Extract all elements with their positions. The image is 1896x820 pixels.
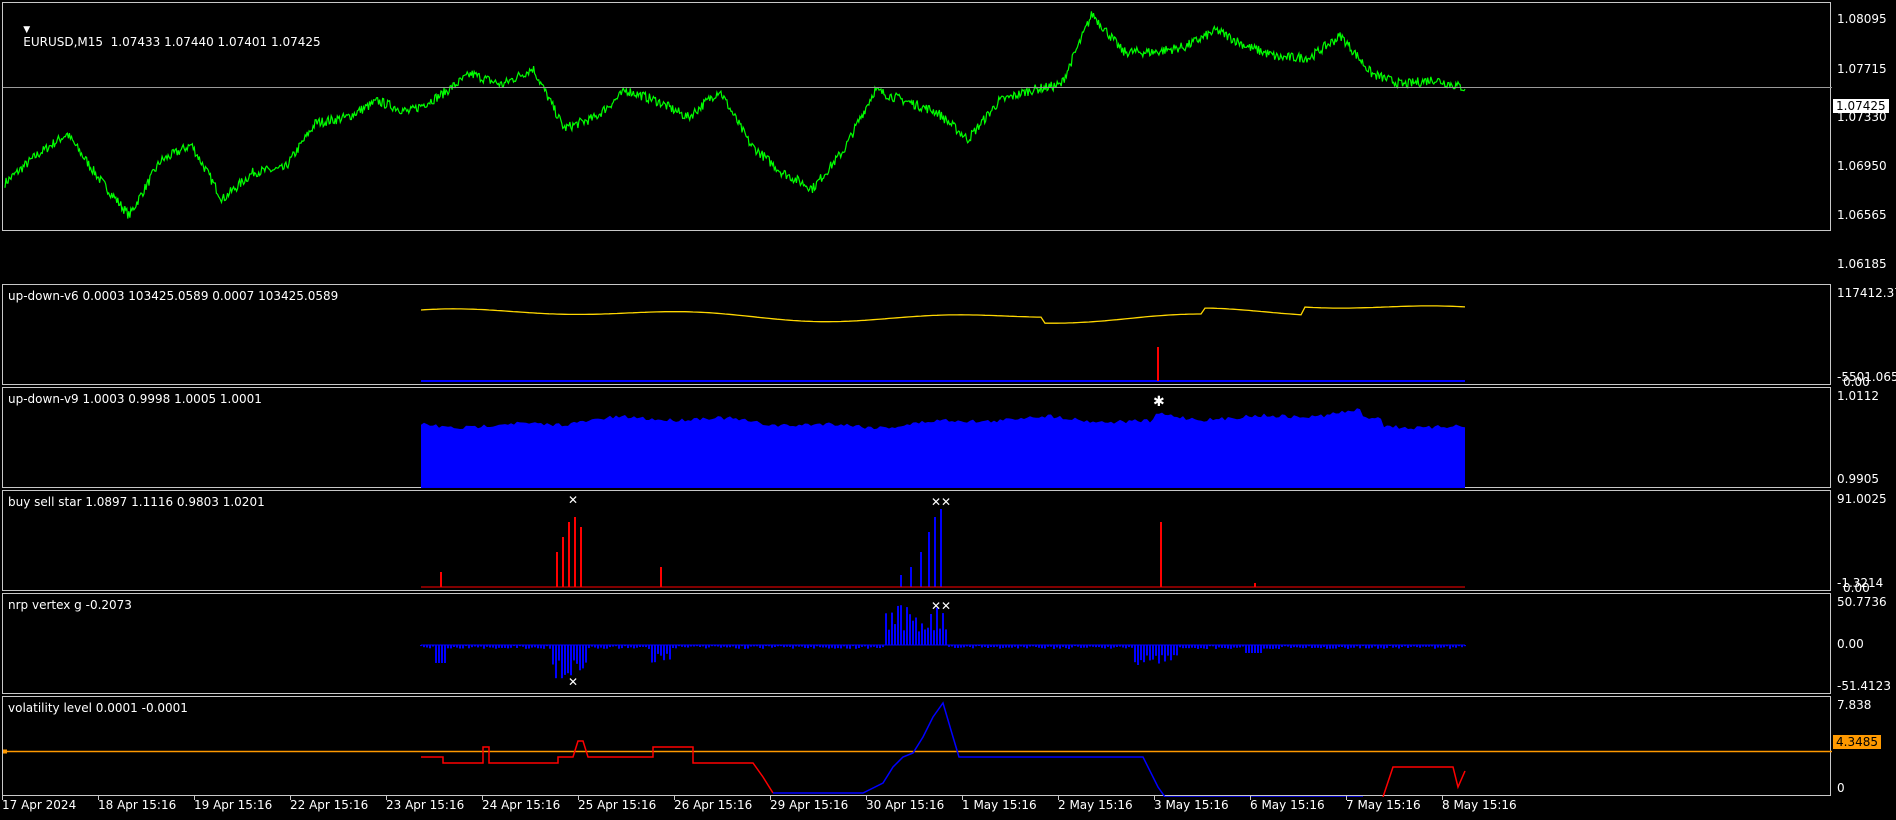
- current-price-tag: 1.07425: [1833, 99, 1889, 113]
- cross-marker: ✕✕: [931, 599, 951, 613]
- volatility-level-axis: 7.838 0 4.3485: [1833, 696, 1896, 796]
- time-axis-label: 2 May 15:16: [1058, 798, 1133, 812]
- price-axis: 1.08095 1.07715 1.07330 1.06950 1.06565 …: [1833, 2, 1896, 271]
- nrp-vertex-chart: ✕✕✕: [420, 599, 1466, 689]
- price-tick: 1.06565: [1837, 208, 1887, 222]
- time-axis-label: 1 May 15:16: [962, 798, 1037, 812]
- time-axis-label: 29 Apr 15:16: [770, 798, 849, 812]
- time-axis-label: 18 Apr 15:16: [98, 798, 177, 812]
- axis-tick: 7.838: [1837, 698, 1872, 712]
- volatility-line-red: [421, 740, 774, 794]
- axis-tick: 0: [1837, 781, 1845, 795]
- star-marker: ✱: [1153, 394, 1165, 410]
- volatility-level-label: volatility level 0.0001 -0.0001: [8, 701, 188, 715]
- time-axis-label: 25 Apr 15:16: [578, 798, 657, 812]
- nrp-vertex-axis: 50.7736 0.00 -51.4123: [1833, 593, 1896, 694]
- up-down-v6-label: up-down-v6 0.0003 103425.0589 0.0007 103…: [8, 289, 339, 303]
- axis-tick: 91.0025: [1837, 492, 1887, 506]
- axis-tick: 117412.37: [1837, 286, 1896, 300]
- price-tick: 1.06185: [1837, 257, 1887, 271]
- axis-tick: 50.7736: [1837, 595, 1887, 609]
- volatility-line-red: [1382, 766, 1466, 797]
- price-pane-label: EURUSD,M15 1.07433 1.07440 1.07401 1.074…: [23, 35, 321, 49]
- price-tick: 1.06950: [1837, 159, 1887, 173]
- up-down-v9-area: [421, 408, 1465, 488]
- indicator-pane-buy-sell-star[interactable]: ✕ ✕✕ buy sell star 1.0897 1.1116 0.9803 1…: [2, 490, 1831, 591]
- price-tick: 1.07715: [1837, 62, 1887, 76]
- price-pane[interactable]: ▼ EURUSD,M15 1.07433 1.07440 1.07401 1.0…: [2, 2, 1832, 231]
- axis-tick: -51.4123: [1837, 679, 1891, 693]
- time-axis-label: 6 May 15:16: [1250, 798, 1325, 812]
- buy-sell-star-label: buy sell star 1.0897 1.1116 0.9803 1.020…: [8, 495, 265, 509]
- time-axis-label: 7 May 15:16: [1346, 798, 1421, 812]
- axis-tick: 0.9905: [1837, 472, 1879, 486]
- cross-marker: ✕: [568, 675, 578, 689]
- up-down-v9-axis: 1.0112 0.9905: [1833, 387, 1896, 488]
- time-axis-label: 8 May 15:16: [1442, 798, 1517, 812]
- time-axis-label: 19 Apr 15:16: [194, 798, 273, 812]
- time-axis: 17 Apr 2024 18 Apr 15:16 19 Apr 15:16 22 Ap…: [0, 796, 1831, 820]
- time-axis-label: 24 Apr 15:16: [482, 798, 561, 812]
- nrp-vertex-label: nrp vertex g -0.2073: [8, 598, 132, 612]
- up-down-v6-axis: 117412.37 -5501.0655 0.00: [1833, 284, 1896, 389]
- up-down-v9-label: up-down-v9 1.0003 0.9998 1.0005 1.0001: [8, 392, 262, 406]
- axis-tick: 1.0112: [1837, 389, 1879, 403]
- volatility-line-blue: [773, 701, 1363, 797]
- buy-sell-star-chart: ✕ ✕✕: [421, 493, 1465, 588]
- indicator-pane-up-down-v9[interactable]: ✱ up-down-v9 1.0003 0.9998 1.0005 1.0001: [2, 387, 1831, 488]
- level-handle: [3, 749, 7, 754]
- volatility-level-tag: 4.3485: [1833, 735, 1881, 749]
- price-tick: 1.08095: [1837, 12, 1887, 26]
- axis-tick: 0.00: [1837, 637, 1864, 651]
- indicator-pane-up-down-v6[interactable]: up-down-v6 0.0003 103425.0589 0.0007 103…: [2, 284, 1831, 385]
- triangle-down-icon[interactable]: ▼: [23, 25, 30, 35]
- time-axis-label: 23 Apr 15:16: [386, 798, 465, 812]
- volatility-level-chart: [3, 701, 1832, 797]
- cross-marker: ✕✕: [931, 495, 951, 509]
- time-axis-label: 17 Apr 2024: [2, 798, 77, 812]
- time-axis-label: 22 Apr 15:16: [290, 798, 369, 812]
- time-axis-label: 30 Apr 15:16: [866, 798, 945, 812]
- buy-sell-star-axis: 91.0025 -1.3214 0.00: [1833, 490, 1896, 595]
- indicator-pane-nrp-vertex[interactable]: ✕✕ ✕ nrp vertex g -0.2073: [2, 593, 1831, 694]
- up-down-v9-chart: ✱: [421, 394, 1465, 488]
- cross-marker: ✕: [568, 493, 578, 507]
- time-axis-label: 26 Apr 15:16: [674, 798, 753, 812]
- time-axis-label: 3 May 15:16: [1154, 798, 1229, 812]
- up-down-v6-line: [420, 305, 1466, 324]
- indicator-pane-volatility-level[interactable]: volatility level 0.0001 -0.0001: [2, 696, 1832, 797]
